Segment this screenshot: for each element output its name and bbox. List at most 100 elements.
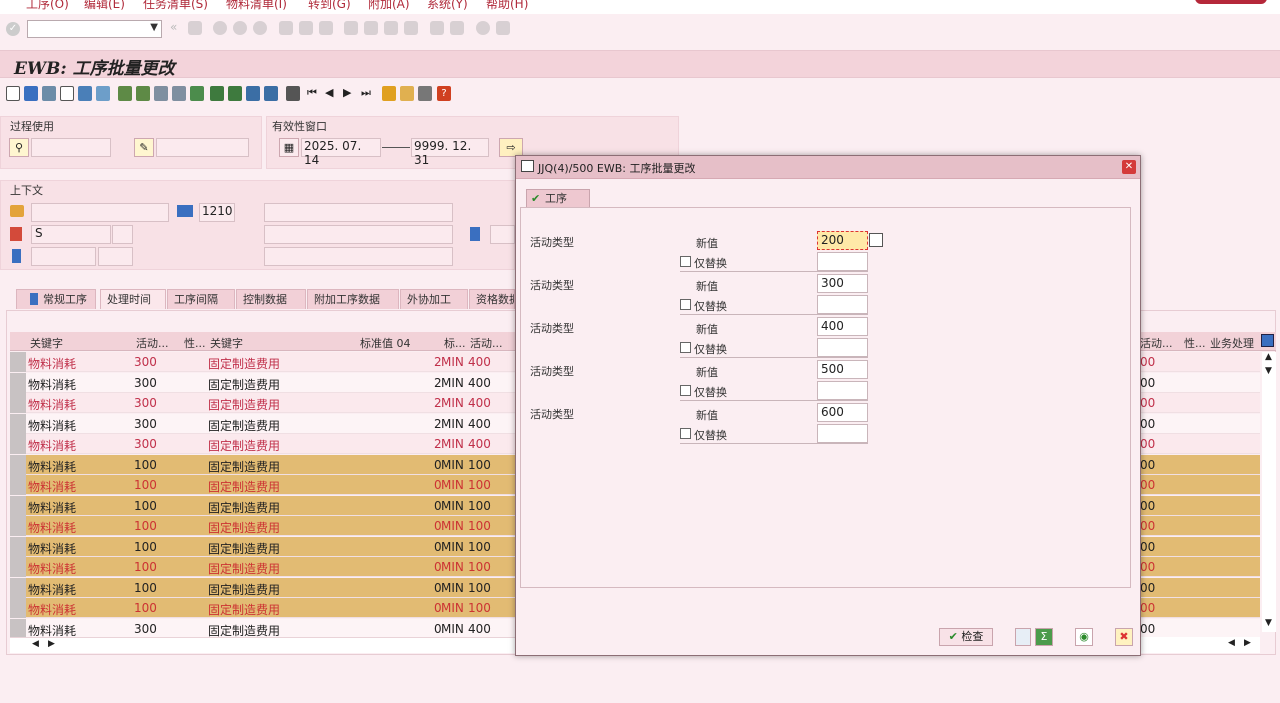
sort-descending-icon[interactable] — [228, 86, 242, 101]
shortcut-icon[interactable] — [450, 21, 464, 35]
search-icon[interactable] — [286, 86, 300, 101]
tab-subcontracting[interactable]: 外协加工 — [400, 289, 468, 309]
menu-item-edit[interactable]: 编辑(E) — [84, 0, 125, 12]
close-icon[interactable]: ✕ — [1122, 160, 1136, 174]
table-row[interactable]: 物料消耗 100 固定制造费用 0 MIN 100 — [10, 495, 515, 516]
new-value-input[interactable]: 500 — [817, 360, 868, 379]
row-selector[interactable] — [10, 393, 26, 413]
filter-settings-icon[interactable] — [264, 86, 278, 101]
help-question-icon[interactable]: ? — [437, 86, 451, 101]
scroll-right-right-icon[interactable]: ▶ — [1244, 638, 1251, 648]
row-selector[interactable] — [10, 536, 26, 557]
check-button[interactable]: ✔ 检查 — [939, 628, 993, 646]
table-row[interactable]: 物料消耗 100 固定制造费用 0 MIN 100 — [10, 557, 515, 577]
table-row[interactable]: 物料消耗 100 固定制造费用 0 MIN 100 — [10, 475, 515, 495]
menu-item-extras[interactable]: 附加(A) — [368, 0, 410, 12]
row-selector[interactable] — [10, 434, 26, 454]
find-icon[interactable] — [299, 21, 313, 35]
table-row[interactable]: 物料消耗 300 固定制造费用 2 MIN 400 — [10, 413, 515, 434]
col-activity[interactable]: 活动... — [136, 335, 169, 351]
replace-value-input[interactable] — [817, 338, 868, 357]
table-row[interactable]: 物料消耗 100 固定制造费用 0 MIN 100 — [10, 516, 515, 536]
scroll-left-icon[interactable]: ◀ — [32, 639, 39, 649]
table-row[interactable]: 物料消耗 300 固定制造费用 0 MIN 400 — [10, 618, 515, 639]
next-record-icon[interactable]: ▶ — [343, 86, 351, 99]
calculator-icon[interactable] — [1015, 628, 1031, 646]
menu-item-operation[interactable]: 工序(O) — [26, 0, 69, 12]
col-unit[interactable]: 标... — [444, 335, 466, 351]
table-row-right[interactable]: 00 — [1140, 577, 1260, 598]
row-selector[interactable] — [10, 598, 26, 618]
command-field[interactable]: ▼ — [27, 20, 162, 38]
replace-value-input[interactable] — [817, 252, 868, 271]
plant-field[interactable]: 1210 — [199, 203, 235, 222]
save-icon[interactable] — [188, 21, 202, 35]
table-row[interactable]: 物料消耗 300 固定制造费用 2 MIN 400 — [10, 352, 515, 372]
new-value-input[interactable]: 400 — [817, 317, 868, 336]
previous-record-icon[interactable]: ◀ — [325, 86, 333, 99]
row-selector[interactable] — [10, 372, 26, 393]
copy-icon[interactable] — [869, 233, 883, 247]
table-row-right[interactable]: 00 — [1140, 393, 1260, 413]
table-row-right[interactable]: 00 — [1140, 536, 1260, 557]
row-selector[interactable] — [10, 413, 26, 434]
replace-only-checkbox[interactable] — [680, 342, 691, 353]
table-row-right[interactable]: 00 — [1140, 352, 1260, 372]
new-session-icon[interactable] — [430, 21, 444, 35]
refresh-icon[interactable] — [190, 86, 204, 101]
col-standard-value[interactable]: 标准值 04 — [360, 335, 411, 351]
table-row[interactable]: 物料消耗 300 固定制造费用 2 MIN 400 — [10, 372, 515, 393]
column-settings-icon[interactable] — [1261, 334, 1274, 347]
execute-icon[interactable]: ◉ — [1075, 628, 1093, 646]
replace-only-checkbox[interactable] — [680, 385, 691, 396]
row-selector[interactable] — [10, 352, 26, 372]
col-activity-right[interactable]: 活动... — [1140, 335, 1173, 351]
new-value-input[interactable]: 300 — [817, 274, 868, 293]
process-field-1[interactable] — [31, 138, 111, 157]
table-row[interactable]: 物料消耗 100 固定制造费用 0 MIN 100 — [10, 454, 515, 475]
print-icon[interactable] — [279, 21, 293, 35]
row-selector[interactable] — [10, 618, 26, 639]
process-edit-icon[interactable]: ✎ — [134, 138, 154, 157]
valid-to-field[interactable]: 9999. 12. 31 — [411, 138, 489, 167]
select-block-icon[interactable] — [136, 86, 150, 101]
horizontal-scrollbar[interactable]: ◀ ▶ — [10, 637, 515, 653]
tab-general-operation[interactable]: 常规工序 — [16, 289, 96, 309]
replace-only-checkbox[interactable] — [680, 428, 691, 439]
routing-counter-field[interactable] — [98, 247, 133, 266]
valid-from-field[interactable]: 2025. 07. 14 — [301, 138, 381, 167]
table-row-right[interactable]: 00 — [1140, 618, 1260, 639]
menu-item-system[interactable]: 系统(Y) — [427, 0, 468, 12]
replace-value-input[interactable] — [817, 381, 868, 400]
row-selector[interactable] — [10, 577, 26, 598]
last-record-icon[interactable]: ⏭ — [361, 86, 371, 100]
sum-icon[interactable]: Σ — [1035, 628, 1053, 646]
select-all-icon[interactable] — [118, 86, 132, 101]
find-next-icon[interactable] — [319, 21, 333, 35]
transfer-icon[interactable] — [400, 86, 414, 101]
cancel-x-icon[interactable]: ✖ — [1115, 628, 1133, 646]
table-row-right[interactable]: 00 — [1140, 413, 1260, 434]
copy-icon[interactable] — [60, 86, 74, 101]
last-page-icon[interactable] — [404, 21, 418, 35]
new-value-input[interactable]: 200 — [817, 231, 868, 250]
table-row-right[interactable]: 00 — [1140, 557, 1260, 577]
exit-icon[interactable] — [233, 21, 247, 35]
replace-value-input[interactable] — [817, 424, 868, 443]
vertical-scrollbar[interactable]: ▲ ▼ ▼ — [1262, 352, 1276, 632]
list-type-field[interactable]: S — [31, 225, 111, 244]
dialog-tab-operation[interactable]: ✔ 工序 — [526, 189, 590, 207]
scroll-up-icon[interactable]: ▲ — [1265, 352, 1272, 362]
table-row[interactable]: 物料消耗 100 固定制造费用 0 MIN 100 — [10, 536, 515, 557]
layout-menu-icon[interactable] — [496, 21, 510, 35]
col-property[interactable]: 性... — [184, 335, 206, 351]
delete-icon[interactable] — [78, 86, 92, 101]
tab-processing-time[interactable]: 处理时间 — [100, 289, 166, 309]
create-icon[interactable] — [6, 86, 20, 101]
table-row-right[interactable]: 00 — [1140, 434, 1260, 454]
col-business-process[interactable]: 业务处理 — [1210, 335, 1254, 351]
col-keyword[interactable]: 关键字 — [30, 335, 63, 351]
tab-additional-operation-data[interactable]: 附加工序数据 — [307, 289, 399, 309]
filter-icon[interactable] — [246, 86, 260, 101]
table-row-right[interactable]: 00 — [1140, 454, 1260, 475]
